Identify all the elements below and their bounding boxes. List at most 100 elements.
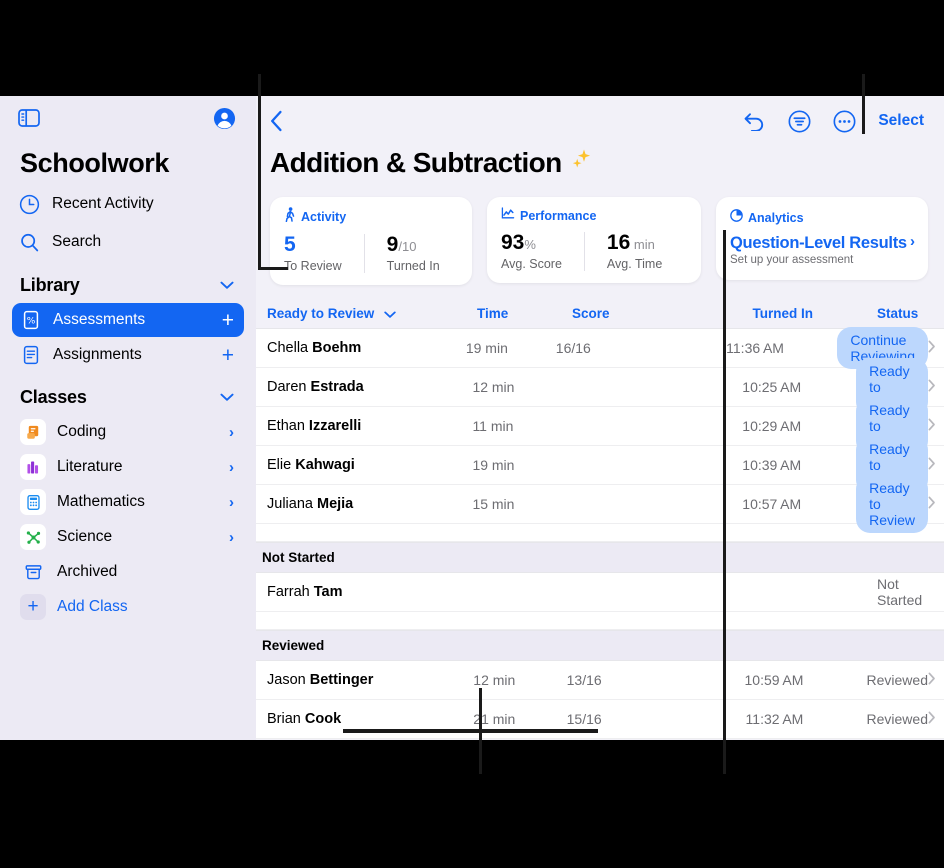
- chevron-down-icon[interactable]: [384, 307, 396, 322]
- sidebar-section-classes[interactable]: Classes: [0, 373, 256, 414]
- cell-time: 19 min: [465, 340, 508, 357]
- filter-list-icon[interactable]: [788, 110, 811, 133]
- add-assessment-icon[interactable]: +: [222, 310, 234, 331]
- app-window: Schoolwork Recent Activity Search Librar…: [0, 96, 944, 740]
- stat-value: 9: [386, 233, 399, 256]
- sidebar-item-mathematics[interactable]: Mathematics ›: [12, 485, 244, 519]
- callout-line-bottom-horizontal: [343, 729, 598, 733]
- cell-student-name: Ethan Izzarelli: [262, 418, 472, 434]
- sidebar-item-assessments[interactable]: % Assessments +: [12, 303, 244, 337]
- table-group-header: Reviewed: [256, 630, 944, 662]
- row-chevron-right-icon[interactable]: [928, 711, 944, 727]
- performance-card[interactable]: Performance 93% Avg. Score 16 min Avg. T…: [487, 197, 701, 284]
- sidebar-item-search[interactable]: Search: [0, 223, 256, 261]
- table-group-spacer: [256, 524, 944, 543]
- callout-line-right-vertical: [723, 230, 726, 774]
- status-text: Not Started: [877, 576, 923, 609]
- cell-time: 19 min: [472, 457, 515, 474]
- more-ellipsis-icon[interactable]: [833, 110, 856, 133]
- assignment-doc-icon: [20, 344, 42, 366]
- sidebar-item-literature[interactable]: Literature ›: [12, 450, 244, 484]
- student-last-name: Tam: [313, 584, 343, 601]
- chart-line-icon: [501, 207, 515, 225]
- cell-time: 12 min: [472, 379, 515, 396]
- cell-score: 16/16: [555, 340, 591, 357]
- callout-line-top-right-vertical: [862, 74, 865, 134]
- assessment-title-text: Addition & Subtraction: [270, 146, 562, 178]
- sidebar-item-science[interactable]: Science ›: [12, 520, 244, 554]
- chevron-right-icon[interactable]: ›: [229, 494, 234, 511]
- row-chevron-right-icon[interactable]: [928, 457, 944, 473]
- sidebar-item-assignments[interactable]: Assignments +: [12, 338, 244, 372]
- column-header-time[interactable]: Time: [477, 306, 572, 321]
- table-row[interactable]: Elie Kahwagi19 min10:39 AMReady to Revie…: [256, 436, 944, 495]
- card-stats: 93% Avg. Score 16 min Avg. Time: [501, 231, 687, 272]
- row-chevron-right-icon[interactable]: [928, 379, 944, 395]
- add-assignment-icon[interactable]: +: [222, 345, 234, 366]
- row-chevron-right-icon[interactable]: [928, 340, 944, 356]
- cell-turned-in: 11:32 AM: [745, 711, 804, 728]
- chevron-right-icon[interactable]: ›: [229, 529, 234, 546]
- table-row[interactable]: Brian Cook 21 min 15/16 11:32 AM Reviewed: [256, 700, 944, 740]
- pie-chart-clock-icon: [730, 209, 743, 227]
- cell-time: 15 min: [472, 496, 515, 513]
- row-chevron-right-icon[interactable]: [928, 496, 944, 512]
- cell-score: 15/16: [566, 711, 602, 728]
- molecule-icon: [20, 524, 46, 550]
- page-title: Schoolwork: [20, 148, 170, 178]
- analytics-subtitle: Set up your assessment: [730, 254, 854, 266]
- activity-card[interactable]: Activity 5 To Review 9/10 Turned In: [270, 197, 472, 286]
- select-button[interactable]: Select: [878, 112, 924, 130]
- student-last-name: Bettinger: [309, 672, 374, 689]
- table-row[interactable]: Daren Estrada12 min10:25 AMReady to Revi…: [256, 358, 944, 417]
- sidebar-section-library[interactable]: Library: [0, 261, 256, 302]
- chevron-left-icon[interactable]: [270, 110, 283, 132]
- student-last-name: Estrada: [310, 379, 364, 396]
- sidebar-item-recent-activity[interactable]: Recent Activity: [0, 185, 256, 223]
- status-badge[interactable]: Ready to Review: [856, 475, 928, 534]
- sidebar-item-label: Assignments: [53, 346, 142, 363]
- sidebar-item-archived[interactable]: Archived: [12, 555, 244, 589]
- analytics-card[interactable]: Analytics Question-Level Results Set up …: [716, 197, 928, 280]
- stat-turned-in: 9/10 Turned In: [363, 233, 440, 274]
- account-circle-icon[interactable]: [213, 107, 236, 130]
- status-text: Reviewed: [866, 672, 928, 689]
- table-row[interactable]: Ethan Izzarelli11 min10:29 AMReady to Re…: [256, 397, 944, 456]
- row-chevron-right-icon[interactable]: [928, 672, 944, 688]
- chevron-right-icon[interactable]: ›: [229, 459, 234, 476]
- cell-turned-in: 10:25 AM: [742, 379, 802, 396]
- cell-student-name: Brian Cook: [262, 711, 473, 727]
- table-header-row: Ready to Review Time Score Turned In Sta…: [256, 299, 944, 330]
- main-panel: Select Addition & Subtraction Activity 5…: [256, 96, 944, 740]
- table-row[interactable]: Farrah Tam Not Started: [256, 573, 944, 613]
- sidebar-item-label: Mathematics: [57, 493, 145, 510]
- sidebar-toolbar: [0, 96, 256, 140]
- table-row[interactable]: Chella Boehm 19 min 16/16 11:36 AM Continue …: [256, 327, 944, 370]
- status-text: Reviewed: [866, 711, 928, 728]
- cell-status: Reviewed: [859, 711, 944, 727]
- chevron-right-icon[interactable]: ›: [229, 424, 234, 441]
- cell-turned-in: 10:59 AM: [744, 672, 804, 689]
- students-table: Ready to Review Time Score Turned In Sta…: [256, 299, 944, 740]
- search-icon: [18, 231, 40, 253]
- card-title: Performance: [520, 209, 597, 223]
- chevron-down-icon[interactable]: [220, 389, 234, 407]
- column-header-score[interactable]: Score: [572, 306, 707, 321]
- sidebar-toggle-icon[interactable]: [18, 109, 40, 127]
- add-class-button[interactable]: + Add Class: [12, 590, 244, 624]
- chevron-right-icon[interactable]: ›: [910, 233, 915, 250]
- sidebar-item-coding[interactable]: Coding ›: [12, 415, 244, 449]
- column-header-name[interactable]: Ready to Review: [262, 306, 477, 322]
- stat-avg-time: 16 min Avg. Time: [583, 231, 663, 272]
- table-row[interactable]: Juliana Mejia 15 min 10:57 AM Ready to Revi…: [256, 475, 944, 534]
- table-row[interactable]: Jason Bettinger 12 min 13/16 10:59 AM Review…: [256, 661, 944, 701]
- assessment-percent-icon: %: [20, 309, 42, 331]
- stat-value: 16: [606, 231, 631, 254]
- column-header-status[interactable]: Status: [869, 306, 944, 321]
- stat-label: Avg. Time: [606, 257, 663, 272]
- sidebar-item-label: Search: [52, 233, 102, 250]
- row-chevron-right-icon[interactable]: [928, 418, 944, 434]
- undo-arrow-icon[interactable]: [743, 111, 766, 131]
- chevron-down-icon[interactable]: [220, 277, 234, 295]
- sidebar-item-label: Recent Activity: [52, 195, 154, 212]
